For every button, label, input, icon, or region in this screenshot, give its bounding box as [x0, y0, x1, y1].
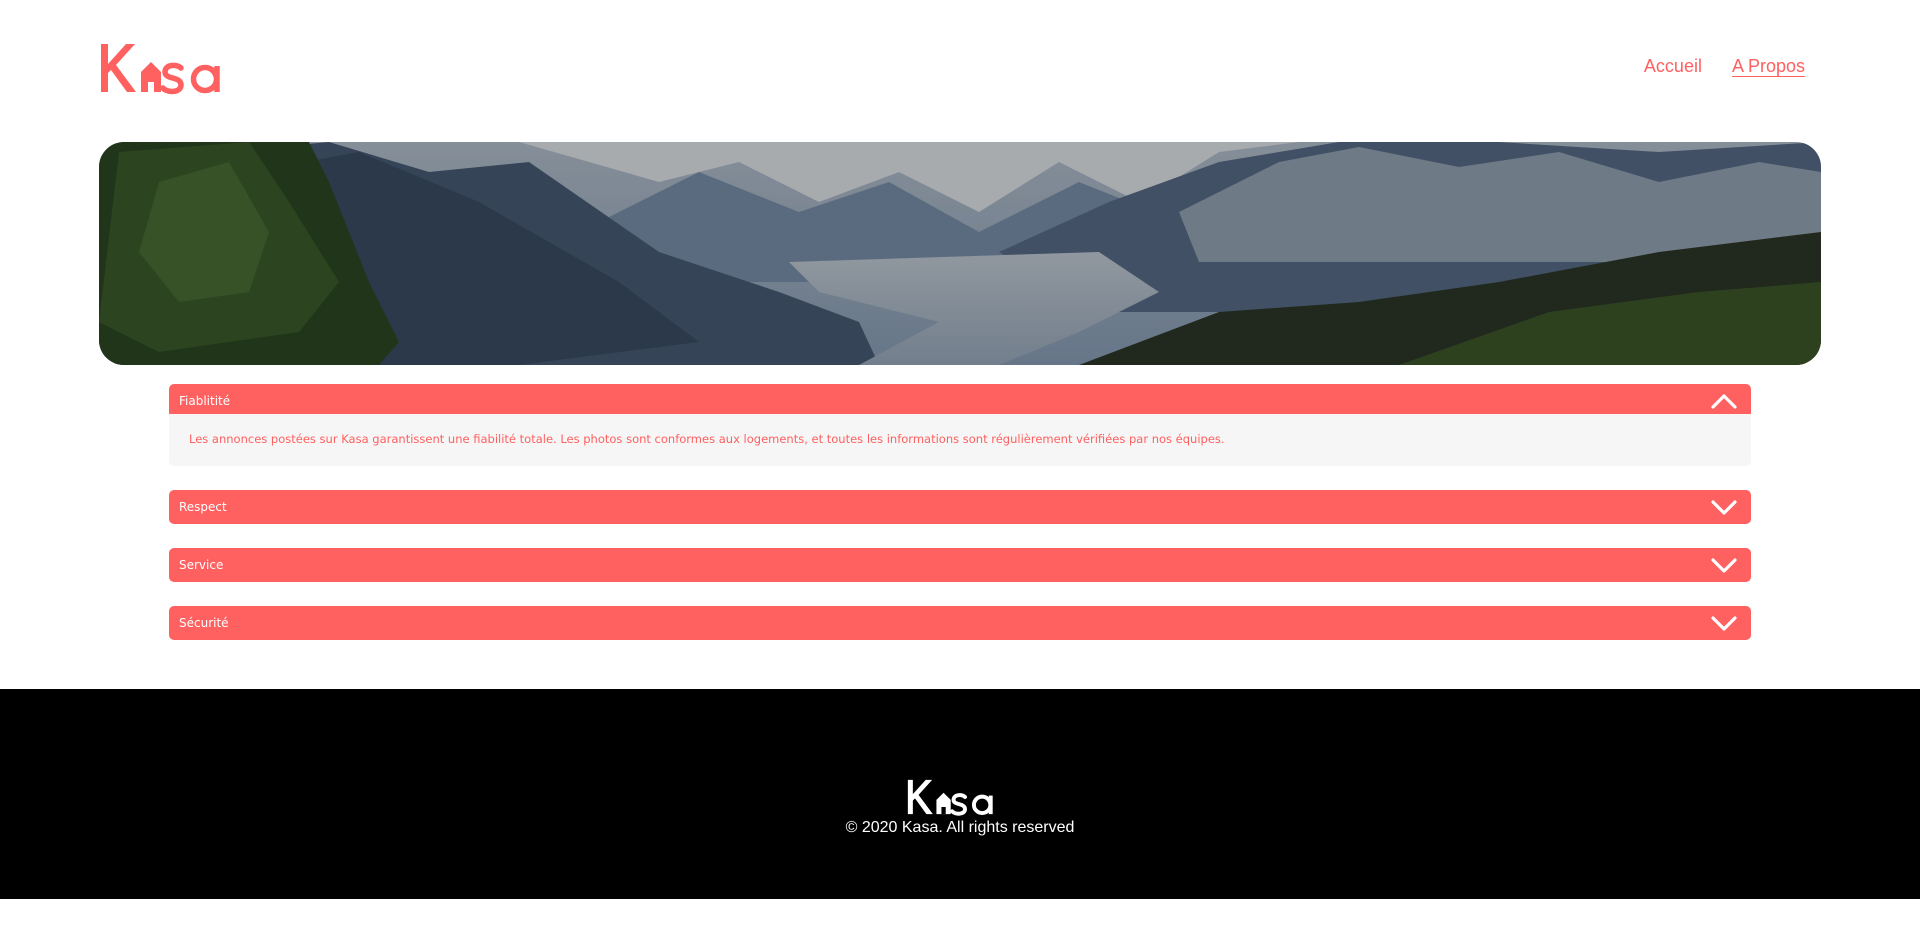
- chevron-down-icon[interactable]: [1711, 499, 1737, 515]
- collapse-respect: Respect: [169, 490, 1751, 524]
- collapse-securite: Sécurité: [169, 606, 1751, 640]
- collapse-text: Les annonces postées sur Kasa garantisse…: [189, 432, 1225, 446]
- main-nav: Accueil A Propos: [1644, 56, 1805, 77]
- collapse-title: Sécurité: [179, 616, 229, 630]
- collapse-header-service[interactable]: Service: [169, 548, 1751, 582]
- collapse-title: Service: [179, 558, 224, 572]
- collapse-fiabilite: Fiablitité Les annonces postées sur Kasa…: [169, 384, 1751, 466]
- about-banner-image: [99, 142, 1821, 365]
- kasa-logo-image: [101, 44, 220, 95]
- site-footer: © 2020 Kasa. All rights reserved: [0, 689, 1920, 899]
- site-header: Accueil A Propos: [0, 0, 1920, 140]
- collapse-title: Respect: [179, 500, 227, 514]
- chevron-up-icon[interactable]: [1711, 393, 1737, 409]
- chevron-down-icon[interactable]: [1711, 557, 1737, 573]
- collapse-service: Service: [169, 548, 1751, 582]
- collapse-header-respect[interactable]: Respect: [169, 490, 1751, 524]
- collapse-content: Les annonces postées sur Kasa garantisse…: [169, 414, 1751, 466]
- footer-kasa-logo: [897, 777, 1023, 817]
- nav-link-accueil[interactable]: Accueil: [1644, 56, 1702, 77]
- footer-copyright: © 2020 Kasa. All rights reserved: [845, 819, 1075, 836]
- collapse-header-fiabilite[interactable]: Fiablitité: [169, 384, 1751, 418]
- collapse-title: Fiablitité: [179, 394, 231, 408]
- nav-link-a-propos[interactable]: A Propos: [1732, 56, 1805, 77]
- kasa-logo[interactable]: [99, 40, 249, 96]
- chevron-down-icon[interactable]: [1711, 615, 1737, 631]
- values-accordion: Fiablitité Les annonces postées sur Kasa…: [169, 384, 1751, 664]
- collapse-header-securite[interactable]: Sécurité: [169, 606, 1751, 640]
